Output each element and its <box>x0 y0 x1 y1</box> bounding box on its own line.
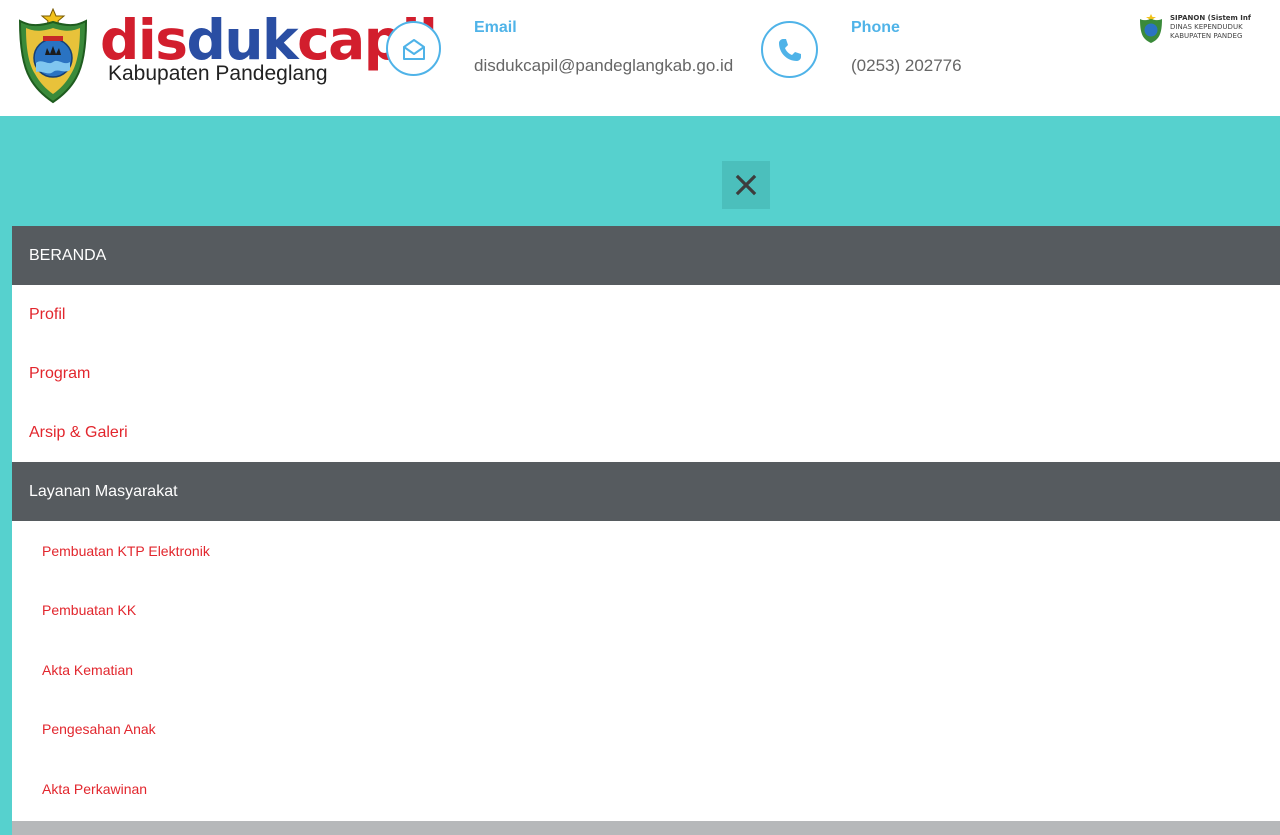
email-link[interactable]: disdukcapil@pandeglangkab.go.id <box>474 55 733 77</box>
menu-header-beranda[interactable]: BERANDA <box>12 226 1280 285</box>
submenu-item-pengesahan-anak[interactable]: Pengesahan Anak <box>12 700 1280 760</box>
logo-subtitle: Kabupaten Pandeglang <box>108 62 328 85</box>
email-title: Email <box>474 19 517 36</box>
menu-next-section-bar <box>12 821 1280 835</box>
submenu-item-kk[interactable]: Pembuatan KK <box>12 581 1280 641</box>
banner-emblem-icon <box>1140 14 1162 43</box>
pandeglang-emblem-icon <box>18 8 88 104</box>
menu-item-program[interactable]: Program <box>12 344 1280 403</box>
menu-header-layanan-masyarakat[interactable]: Layanan Masyarakat <box>12 462 1280 521</box>
phone-title: Phone <box>851 19 900 36</box>
site-header: disdukcapil Kabupaten Pandeglang Email d… <box>0 0 1280 116</box>
logo-wordmark: disdukcapil <box>100 10 438 70</box>
submenu-item-ktp-elektronik[interactable]: Pembuatan KTP Elektronik <box>12 521 1280 581</box>
banner-line: SIPANON (Sistem Inf <box>1170 14 1251 22</box>
submenu-item-akta-perkawinan[interactable]: Akta Perkawinan <box>12 759 1280 819</box>
sipanon-banner[interactable]: SIPANON (Sistem Inf DINAS KEPENDUDUK KAB… <box>1134 10 1280 62</box>
phone-icon <box>761 21 818 78</box>
envelope-icon <box>386 21 441 76</box>
banner-text: SIPANON (Sistem Inf DINAS KEPENDUDUK KAB… <box>1170 14 1251 41</box>
mobile-nav-menu: BERANDA Profil Program Arsip & Galeri La… <box>12 226 1280 835</box>
phone-link[interactable]: (0253) 202776 <box>851 55 962 77</box>
submenu-item-akta-kematian[interactable]: Akta Kematian <box>12 640 1280 700</box>
banner-line: DINAS KEPENDUDUK <box>1170 23 1243 31</box>
close-icon <box>735 174 757 196</box>
banner-line: KABUPATEN PANDEG <box>1170 32 1243 40</box>
close-menu-button[interactable] <box>722 161 770 209</box>
menu-item-arsip-galeri[interactable]: Arsip & Galeri <box>12 403 1280 462</box>
menu-item-profil[interactable]: Profil <box>12 285 1280 344</box>
